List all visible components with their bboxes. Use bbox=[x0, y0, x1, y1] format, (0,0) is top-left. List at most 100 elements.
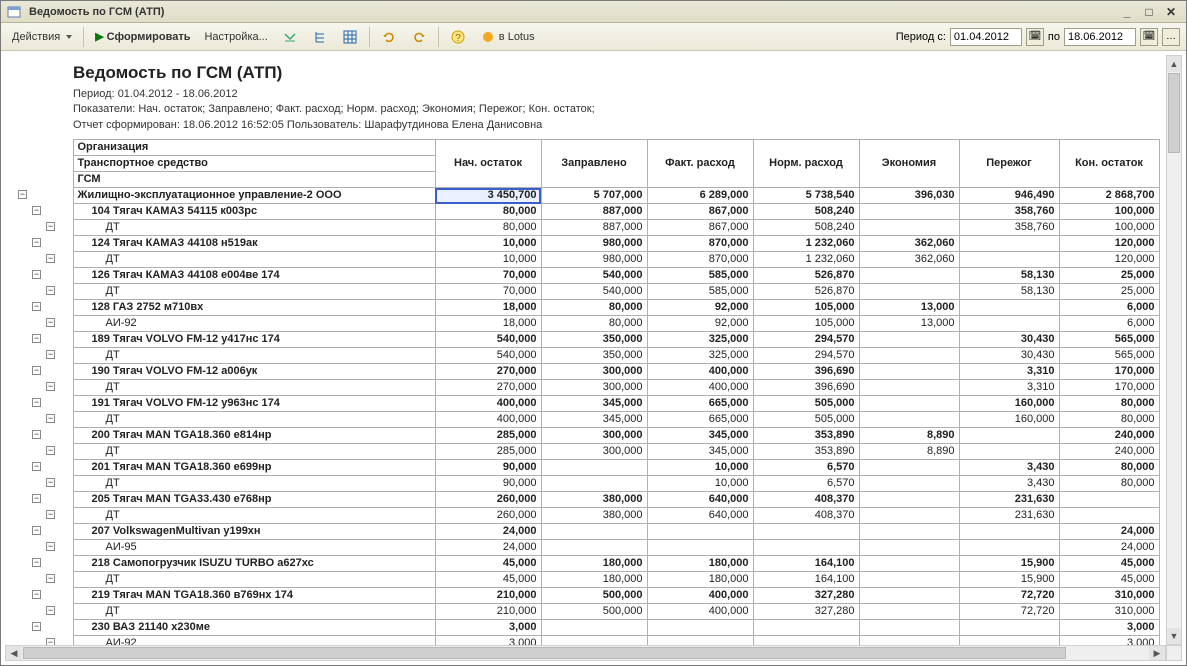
cell[interactable] bbox=[859, 348, 959, 364]
cell[interactable]: 505,000 bbox=[753, 412, 859, 428]
cell[interactable]: 10,000 bbox=[647, 476, 753, 492]
cell[interactable]: 231,630 bbox=[959, 492, 1059, 508]
table-row[interactable]: −АИ-9218,00080,00092,000105,00013,0006,0… bbox=[13, 316, 1159, 332]
cell[interactable] bbox=[859, 412, 959, 428]
tree-expander[interactable]: − bbox=[46, 350, 55, 359]
cell[interactable] bbox=[753, 620, 859, 636]
cell[interactable]: 180,000 bbox=[647, 572, 753, 588]
help-button[interactable]: ? bbox=[445, 26, 471, 48]
scroll-up-icon[interactable]: ▲ bbox=[1167, 56, 1181, 72]
table-row[interactable]: −230 ВАЗ 21140 х230ме3,0003,000 bbox=[13, 620, 1159, 636]
cell[interactable] bbox=[959, 540, 1059, 556]
cell[interactable]: 25,000 bbox=[1059, 268, 1159, 284]
cell[interactable] bbox=[859, 332, 959, 348]
cell[interactable]: 400,000 bbox=[647, 364, 753, 380]
cell[interactable]: 500,000 bbox=[541, 588, 647, 604]
cell[interactable]: 380,000 bbox=[541, 492, 647, 508]
cell[interactable]: 70,000 bbox=[435, 284, 541, 300]
cell[interactable]: 13,000 bbox=[859, 316, 959, 332]
tool-btn-1[interactable] bbox=[277, 26, 303, 48]
cell[interactable]: 80,000 bbox=[435, 220, 541, 236]
table-row[interactable]: −201 Тягач MAN TGA18.360 е699нр90,00010,… bbox=[13, 460, 1159, 476]
cell[interactable]: 540,000 bbox=[435, 332, 541, 348]
tree-expander[interactable]: − bbox=[46, 638, 55, 645]
cell[interactable]: 500,000 bbox=[541, 604, 647, 620]
cell[interactable]: 540,000 bbox=[541, 268, 647, 284]
table-row[interactable]: −104 Тягач КАМАЗ 54115 к003рс80,000887,0… bbox=[13, 204, 1159, 220]
cell[interactable]: 353,890 bbox=[753, 428, 859, 444]
cell[interactable] bbox=[859, 460, 959, 476]
cell[interactable]: 505,000 bbox=[753, 396, 859, 412]
cell[interactable] bbox=[541, 620, 647, 636]
cell[interactable]: 358,760 bbox=[959, 220, 1059, 236]
cell[interactable]: 210,000 bbox=[435, 604, 541, 620]
cell[interactable]: 80,000 bbox=[1059, 412, 1159, 428]
cell[interactable]: 345,000 bbox=[541, 412, 647, 428]
cell[interactable]: 80,000 bbox=[541, 316, 647, 332]
cell[interactable]: 30,430 bbox=[959, 348, 1059, 364]
cell[interactable]: 867,000 bbox=[647, 204, 753, 220]
cell[interactable]: 8,890 bbox=[859, 428, 959, 444]
table-row[interactable]: −191 Тягач VOLVO FM-12 у963нс 174400,000… bbox=[13, 396, 1159, 412]
cell[interactable]: 45,000 bbox=[435, 572, 541, 588]
lotus-button[interactable]: в Lotus bbox=[475, 26, 540, 48]
cell[interactable]: 3,000 bbox=[435, 620, 541, 636]
tree-expander[interactable]: − bbox=[46, 254, 55, 263]
cell[interactable]: 3,000 bbox=[1059, 620, 1159, 636]
cell[interactable]: 24,000 bbox=[435, 540, 541, 556]
cell[interactable]: 231,630 bbox=[959, 508, 1059, 524]
table-row[interactable]: −207 VolkswagenMultivan у199хн24,00024,0… bbox=[13, 524, 1159, 540]
cell[interactable]: 72,720 bbox=[959, 604, 1059, 620]
minimize-button[interactable]: _ bbox=[1118, 5, 1136, 19]
tree-expander[interactable]: − bbox=[46, 286, 55, 295]
tree-expander[interactable]: − bbox=[18, 190, 27, 199]
cell[interactable]: 6,000 bbox=[1059, 316, 1159, 332]
cell[interactable]: 345,000 bbox=[647, 428, 753, 444]
cell[interactable]: 3,310 bbox=[959, 364, 1059, 380]
cell[interactable] bbox=[647, 524, 753, 540]
cell[interactable]: 396,690 bbox=[753, 380, 859, 396]
cell[interactable] bbox=[541, 460, 647, 476]
cell[interactable]: 180,000 bbox=[541, 572, 647, 588]
cell[interactable] bbox=[959, 236, 1059, 252]
cell[interactable]: 526,870 bbox=[753, 268, 859, 284]
cell[interactable] bbox=[859, 588, 959, 604]
cell[interactable]: 10,000 bbox=[647, 460, 753, 476]
cell[interactable] bbox=[1059, 492, 1159, 508]
cell[interactable]: 164,100 bbox=[753, 556, 859, 572]
maximize-button[interactable]: □ bbox=[1140, 5, 1158, 19]
cell[interactable]: 565,000 bbox=[1059, 348, 1159, 364]
cell[interactable]: 400,000 bbox=[647, 380, 753, 396]
cell[interactable] bbox=[647, 540, 753, 556]
cell[interactable]: 540,000 bbox=[541, 284, 647, 300]
tool-btn-2[interactable] bbox=[307, 26, 333, 48]
cell[interactable]: 327,280 bbox=[753, 604, 859, 620]
period-dialog-button[interactable]: … bbox=[1162, 28, 1180, 46]
cell[interactable]: 3 450,700 bbox=[435, 188, 541, 204]
cell[interactable]: 867,000 bbox=[647, 220, 753, 236]
cell[interactable] bbox=[541, 476, 647, 492]
tree-expander[interactable]: − bbox=[46, 574, 55, 583]
cell[interactable]: 408,370 bbox=[753, 492, 859, 508]
cell[interactable]: 80,000 bbox=[1059, 476, 1159, 492]
cell[interactable]: 1 232,060 bbox=[753, 236, 859, 252]
cell[interactable]: 285,000 bbox=[435, 444, 541, 460]
cell[interactable]: 294,570 bbox=[753, 348, 859, 364]
cell[interactable]: 270,000 bbox=[435, 380, 541, 396]
tool-btn-5[interactable] bbox=[406, 26, 432, 48]
cell[interactable] bbox=[647, 636, 753, 645]
cell[interactable]: 508,240 bbox=[753, 204, 859, 220]
table-row[interactable]: −ДТ90,00010,0006,5703,43080,000 bbox=[13, 476, 1159, 492]
table-row[interactable]: −190 Тягач VOLVO FM-12 а006ук270,000300,… bbox=[13, 364, 1159, 380]
cell[interactable]: 90,000 bbox=[435, 460, 541, 476]
cell[interactable] bbox=[859, 492, 959, 508]
cell[interactable]: 30,430 bbox=[959, 332, 1059, 348]
cell[interactable]: 400,000 bbox=[435, 412, 541, 428]
table-row[interactable]: −ДТ70,000540,000585,000526,87058,13025,0… bbox=[13, 284, 1159, 300]
cell[interactable]: 870,000 bbox=[647, 236, 753, 252]
cell[interactable]: 3,310 bbox=[959, 380, 1059, 396]
cell[interactable]: 10,000 bbox=[435, 236, 541, 252]
cell[interactable]: 6,000 bbox=[1059, 300, 1159, 316]
cell[interactable] bbox=[959, 444, 1059, 460]
table-row[interactable]: −219 Тягач MAN TGA18.360 в769нх 174210,0… bbox=[13, 588, 1159, 604]
